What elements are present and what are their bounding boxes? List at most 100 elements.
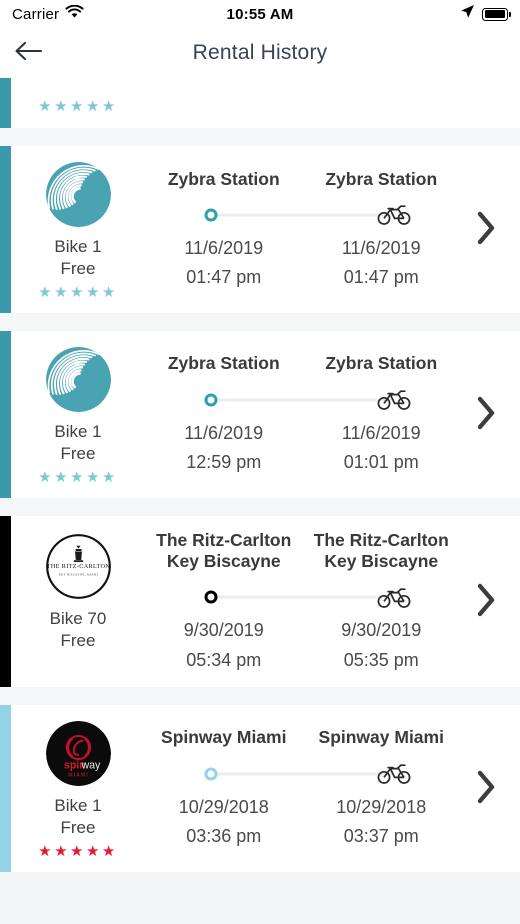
rating-stars: ★★★★★ xyxy=(38,283,118,301)
timeline-track xyxy=(211,398,394,402)
bicycle-icon xyxy=(377,390,411,411)
rating-stars: ★★★★★ xyxy=(38,98,118,115)
end-station-name: The Ritz-Carlton Key Biscayne xyxy=(313,529,449,572)
bicycle-icon xyxy=(377,205,411,226)
rental-dates: 11/6/2019 01:47 pm 11/6/2019 01:47 pm xyxy=(145,234,460,292)
end-station-name: Zybra Station xyxy=(325,353,438,374)
back-arrow-icon xyxy=(14,40,43,67)
rental-history-list[interactable]: Bike 1 Free ★★★★★ 09:30 am 09:31 am xyxy=(0,78,520,924)
card-accent-bar xyxy=(0,146,11,313)
chevron-right-icon xyxy=(475,583,497,622)
bike-label: Bike 1 xyxy=(54,421,102,441)
bicycle-icon xyxy=(377,587,411,608)
chevron-right-icon xyxy=(475,396,497,435)
rental-bike-summary: Bike 1 Free ★★★★★ xyxy=(11,160,145,301)
bike-label: Bike 1 xyxy=(54,237,102,256)
back-button[interactable] xyxy=(0,28,56,78)
station-names: Zybra Station Zybra Station xyxy=(145,169,460,190)
rental-dates: 9/30/2019 05:34 pm 9/30/2019 05:35 pm xyxy=(145,616,460,674)
price-label: Free xyxy=(60,818,96,838)
carrier-label: Carrier xyxy=(12,5,60,23)
station-names: Spinway Miami Spinway Miami xyxy=(145,727,460,748)
station-names: Zybra Station Zybra Station xyxy=(145,353,460,374)
start-station-name: Zybra Station xyxy=(167,353,280,374)
bike-label: Bike 70 xyxy=(49,608,107,628)
list-separator xyxy=(0,497,520,516)
start-datetime: 9/30/2019 05:34 pm xyxy=(183,620,264,670)
svg-text:THE RITZ-CARLTON: THE RITZ-CARLTON xyxy=(46,564,110,570)
rating-stars: ★★★★★ xyxy=(38,842,118,860)
timeline-track xyxy=(211,213,394,217)
battery-full-icon xyxy=(482,7,511,21)
bike-label: Bike 1 xyxy=(54,795,102,815)
start-datetime: 11/6/2019 12:59 pm xyxy=(184,422,264,472)
list-separator xyxy=(0,312,520,331)
card-accent-bar xyxy=(0,330,11,498)
chevron-right-icon xyxy=(475,211,497,250)
rental-card[interactable]: spin way MIAMI Bike 1 Free ★★★★★ Spinway… xyxy=(0,704,520,872)
rental-card[interactable]: Bike 1 Free ★★★★★ Zybra Station Zybra St… xyxy=(0,330,520,498)
end-station-name: Zybra Station xyxy=(325,168,438,189)
chevron-right-icon xyxy=(475,770,497,809)
rental-dates: 11/6/2019 12:59 pm 11/6/2019 01:01 pm xyxy=(145,419,460,477)
trip-start-dot xyxy=(204,767,218,781)
status-bar: Carrier 10:55 AM xyxy=(0,0,520,28)
zybra-logo xyxy=(45,346,111,412)
end-datetime: 10/29/2018 03:37 pm xyxy=(336,796,427,846)
bicycle-icon xyxy=(377,764,411,785)
nav-header: Rental History xyxy=(0,28,520,78)
wifi-icon xyxy=(65,4,84,24)
rental-detail-button[interactable] xyxy=(460,727,512,851)
rental-bike-summary: Bike 1 Free ★★★★★ xyxy=(11,345,145,486)
rental-bike-summary: spin way MIAMI Bike 1 Free ★★★★★ xyxy=(11,719,145,860)
start-station-name: Spinway Miami xyxy=(161,727,287,748)
timeline-track xyxy=(211,772,394,776)
rental-endpoints: 09:30 am 09:31 am xyxy=(145,78,460,120)
trip-start-dot xyxy=(204,208,218,222)
rental-detail-button[interactable] xyxy=(460,169,512,293)
app-screen: Carrier 10:55 AM Rental History ★★★★★ Bi… xyxy=(0,0,520,924)
trip-timeline xyxy=(145,580,460,614)
trip-start-dot xyxy=(204,393,218,407)
list-separator xyxy=(0,128,520,146)
station-names: The Ritz-Carlton Key Biscayne The Ritz-C… xyxy=(145,530,460,573)
trip-timeline xyxy=(145,198,460,232)
start-station-name: Zybra Station xyxy=(167,168,280,189)
page-title: Rental History xyxy=(192,41,328,64)
trip-timeline xyxy=(145,757,460,791)
price-label: Free xyxy=(60,259,96,279)
rental-card[interactable]: Bike 1 Free ★★★★★ 09:30 am 09:31 am xyxy=(0,78,520,128)
svg-text:way: way xyxy=(80,759,101,771)
card-accent-bar xyxy=(0,515,11,687)
price-label: Free xyxy=(60,444,96,464)
list-separator xyxy=(0,686,520,705)
rental-detail-button[interactable] xyxy=(460,530,512,675)
end-station-name: Spinway Miami xyxy=(318,727,444,748)
rental-dates: 10/29/2018 03:36 pm 10/29/2018 03:37 pm xyxy=(145,793,460,851)
card-accent-bar xyxy=(0,704,11,872)
trip-start-dot xyxy=(204,590,218,604)
end-datetime: 11/6/2019 01:01 pm xyxy=(341,422,421,472)
price-label: Free xyxy=(60,631,96,651)
ritz-carlton-logo: THE RITZ-CARLTON KEY BISCAYNE, MIAMI xyxy=(45,533,111,599)
spinway-miami-logo: spin way MIAMI xyxy=(45,720,111,786)
rental-bike-summary: THE RITZ-CARLTON KEY BISCAYNE, MIAMI Bik… xyxy=(11,532,145,673)
timeline-track xyxy=(211,595,394,599)
zybra-logo xyxy=(45,162,111,227)
status-bar-left: Carrier xyxy=(12,4,84,24)
rating-stars: ★★★★★ xyxy=(38,468,118,486)
rental-detail-button[interactable] xyxy=(460,353,512,477)
location-arrow-icon xyxy=(460,4,475,24)
status-bar-right xyxy=(460,4,511,24)
rental-card[interactable]: THE RITZ-CARLTON KEY BISCAYNE, MIAMI Bik… xyxy=(0,515,520,687)
end-datetime: 9/30/2019 05:35 pm xyxy=(341,620,422,670)
card-accent-bar xyxy=(0,78,11,128)
start-datetime: 11/6/2019 01:47 pm xyxy=(184,237,264,288)
start-datetime: 10/29/2018 03:36 pm xyxy=(178,796,269,846)
trip-timeline xyxy=(145,383,460,417)
end-datetime: 11/6/2019 01:47 pm xyxy=(341,237,421,288)
start-station-name: The Ritz-Carlton Key Biscayne xyxy=(156,529,292,572)
rental-bike-summary: Bike 1 Free ★★★★★ xyxy=(11,83,145,115)
svg-text:MIAMI: MIAMI xyxy=(68,772,89,778)
rental-card[interactable]: Bike 1 Free ★★★★★ Zybra Station Zybra St… xyxy=(0,146,520,313)
